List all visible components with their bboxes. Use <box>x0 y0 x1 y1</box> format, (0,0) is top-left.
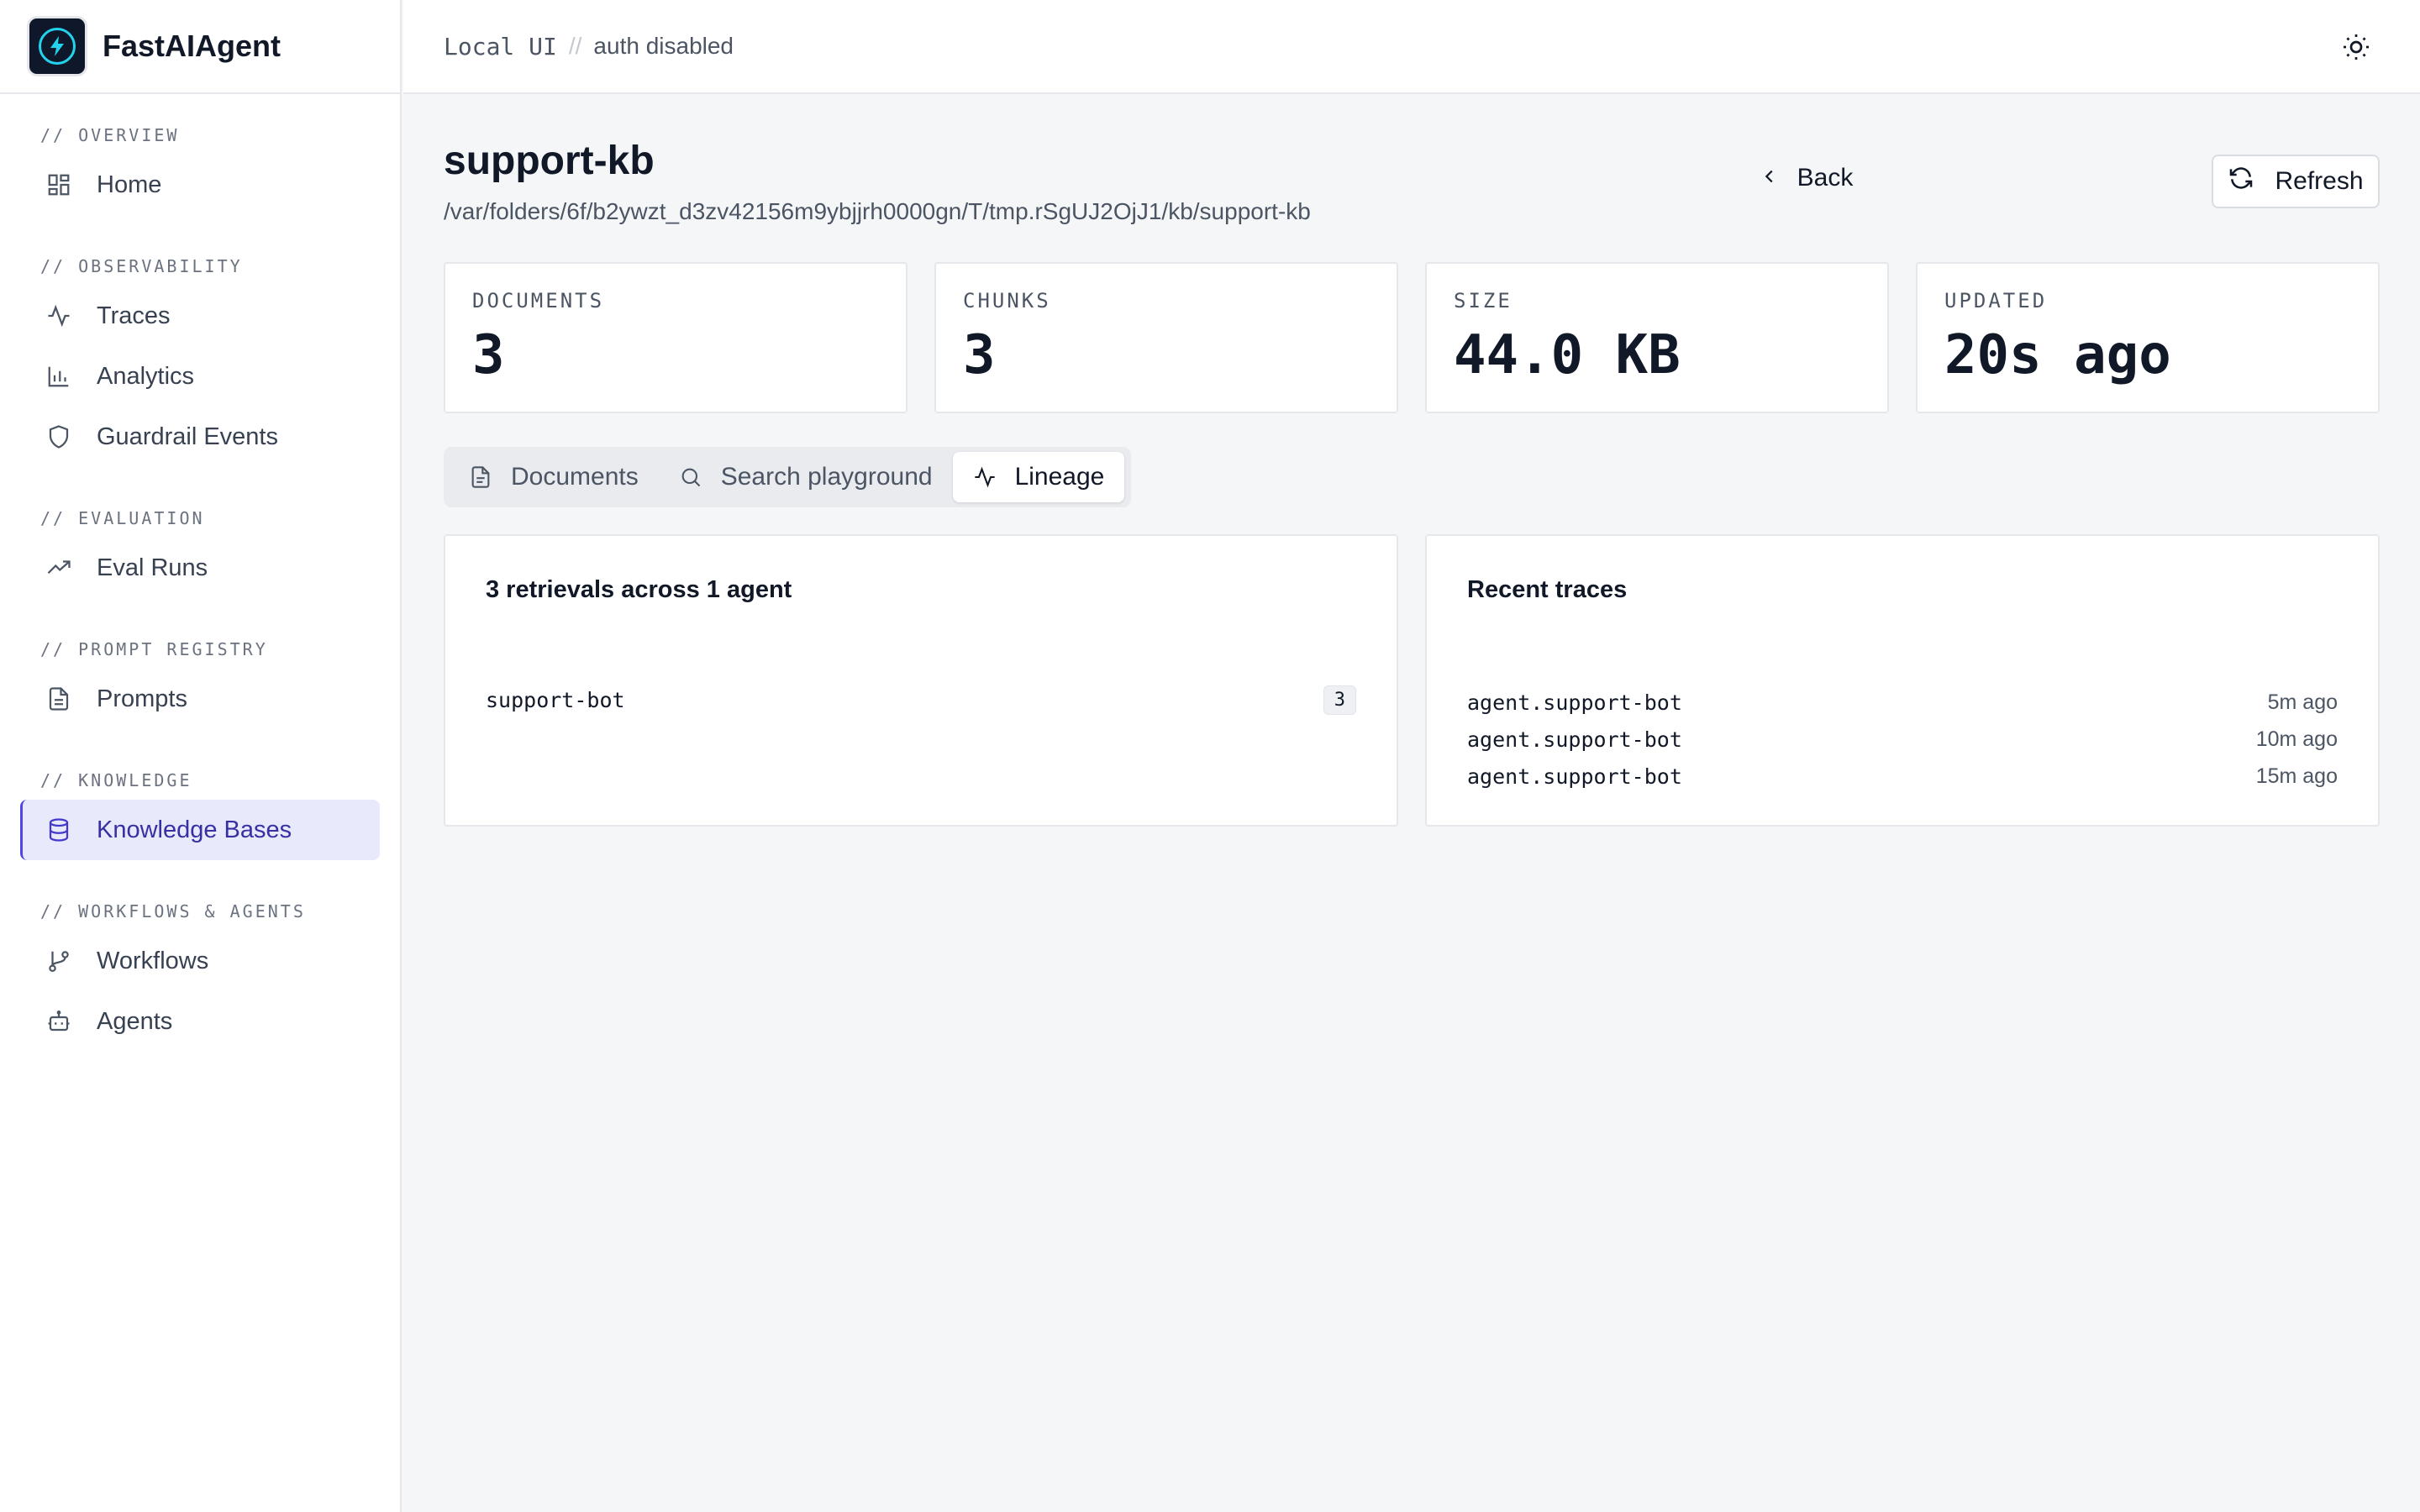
refresh-icon <box>2228 165 2254 198</box>
section-label-prompt-registry: // PROMPT REGISTRY <box>40 639 268 659</box>
sidebar-item-prompts[interactable]: Prompts <box>20 669 380 729</box>
back-button-label: Back <box>1797 164 1854 192</box>
stat-label: SIZE <box>1454 289 1512 312</box>
sidebar-item-guardrail-events[interactable]: Guardrail Events <box>20 407 380 467</box>
trace-name: agent.support-bot <box>1467 727 1682 752</box>
recent-traces-panel: Recent traces agent.support-bot 5m ago a… <box>1425 534 2380 827</box>
trace-time: 10m ago <box>2255 727 2338 751</box>
stat-value: 20s ago <box>1944 324 2171 386</box>
env-label: Local UI <box>444 32 557 60</box>
sidebar: FastAIAgent // OVERVIEW Home // OBSERVAB… <box>0 0 402 1512</box>
trace-row[interactable]: agent.support-bot 10m ago <box>1467 721 2338 758</box>
search-icon <box>679 465 702 489</box>
git-branch-icon <box>45 947 73 975</box>
sidebar-item-label: Analytics <box>97 362 195 390</box>
activity-icon <box>45 302 73 330</box>
stat-value: 3 <box>472 324 505 386</box>
stat-card-chunks: CHUNKS 3 <box>934 262 1398 413</box>
stat-label: DOCUMENTS <box>472 289 605 312</box>
sidebar-item-eval-runs[interactable]: Eval Runs <box>20 538 380 598</box>
tab-documents[interactable]: Documents <box>449 452 659 502</box>
sidebar-item-analytics[interactable]: Analytics <box>20 346 380 407</box>
tab-label: Lineage <box>1014 463 1105 491</box>
activity-icon <box>973 465 997 489</box>
tab-search-playground[interactable]: Search playground <box>659 452 953 502</box>
trace-row[interactable]: agent.support-bot 5m ago <box>1467 684 2338 721</box>
section-label-evaluation: // EVALUATION <box>40 508 205 528</box>
trace-row[interactable]: agent.support-bot 15m ago <box>1467 758 2338 795</box>
lineage-panel: 3 retrievals across 1 agent support-bot … <box>444 534 1398 827</box>
stat-label: CHUNKS <box>963 289 1051 312</box>
sidebar-item-label: Prompts <box>97 685 187 712</box>
stats-row: DOCUMENTS 3 CHUNKS 3 SIZE 44.0 KB UPDATE… <box>444 262 2380 413</box>
file-text-icon <box>45 685 73 713</box>
logo-icon <box>27 16 87 76</box>
grid-icon <box>45 171 73 199</box>
trace-time: 15m ago <box>2255 764 2338 788</box>
file-icon <box>469 465 492 489</box>
page-title: support-kb <box>444 139 655 183</box>
sidebar-item-workflows[interactable]: Workflows <box>20 931 380 991</box>
kb-path: /var/folders/6f/b2ywzt_d3zv42156m9ybjjrh… <box>444 198 1311 224</box>
trace-name: agent.support-bot <box>1467 764 1682 789</box>
section-label-overview: // OVERVIEW <box>40 125 180 145</box>
sidebar-item-label: Eval Runs <box>97 554 208 581</box>
lineage-title: 3 retrievals across 1 agent <box>486 576 792 603</box>
tab-label: Search playground <box>720 463 933 491</box>
refresh-button[interactable]: Refresh <box>2212 155 2380 208</box>
auth-status: auth disabled <box>593 33 734 59</box>
trace-time: 5m ago <box>2267 690 2338 714</box>
top-bar: Local UI // auth disabled <box>403 0 2420 94</box>
brand[interactable]: FastAIAgent <box>0 0 400 94</box>
refresh-button-label: Refresh <box>2275 167 2364 195</box>
count-badge: 3 <box>1323 685 1356 715</box>
bot-icon <box>45 1007 73 1036</box>
sidebar-item-label: Traces <box>97 302 171 329</box>
section-label-observability: // OBSERVABILITY <box>40 256 243 276</box>
sidebar-item-label: Workflows <box>97 947 209 974</box>
theme-toggle-button[interactable] <box>2341 32 2371 62</box>
chevron-left-icon <box>1760 164 1779 192</box>
sidebar-item-home[interactable]: Home <box>20 155 380 215</box>
bar-chart-icon <box>45 362 73 391</box>
sidebar-item-knowledge-bases[interactable]: Knowledge Bases <box>20 800 380 860</box>
tab-bar: Documents Search playground Lineage <box>444 447 1131 507</box>
sidebar-nav: // OVERVIEW Home // OBSERVABILITY Traces… <box>0 94 400 1052</box>
stat-value: 44.0 KB <box>1454 324 1681 386</box>
trace-list: agent.support-bot 5m ago agent.support-b… <box>1467 684 2338 795</box>
section-label-knowledge: // KNOWLEDGE <box>40 770 192 790</box>
sidebar-item-agents[interactable]: Agents <box>20 991 380 1052</box>
stat-card-updated: UPDATED 20s ago <box>1916 262 2380 413</box>
sidebar-item-label: Knowledge Bases <box>97 816 292 843</box>
tab-lineage[interactable]: Lineage <box>952 452 1125 502</box>
trending-up-icon <box>45 554 73 582</box>
stat-card-documents: DOCUMENTS 3 <box>444 262 908 413</box>
agent-name: support-bot <box>486 688 625 712</box>
recent-traces-title: Recent traces <box>1467 576 1628 603</box>
section-label-workflows-agents: // WORKFLOWS & AGENTS <box>40 901 306 921</box>
sun-icon <box>2341 34 2371 66</box>
tab-label: Documents <box>511 463 639 491</box>
stat-value: 3 <box>963 324 996 386</box>
sidebar-item-label: Home <box>97 171 162 198</box>
sidebar-item-label: Guardrail Events <box>97 423 278 450</box>
shield-icon <box>45 423 73 451</box>
brand-name: FastAIAgent <box>103 29 281 63</box>
sidebar-item-traces[interactable]: Traces <box>20 286 380 346</box>
breadcrumb-separator: // <box>568 33 582 59</box>
trace-name: agent.support-bot <box>1467 690 1682 715</box>
list-item[interactable]: support-bot 3 <box>486 685 1356 715</box>
back-button[interactable]: Back <box>1748 153 1865 203</box>
stat-label: UPDATED <box>1944 289 2048 312</box>
stat-card-size: SIZE 44.0 KB <box>1425 262 1889 413</box>
database-icon <box>45 816 73 844</box>
sidebar-item-label: Agents <box>97 1007 173 1035</box>
